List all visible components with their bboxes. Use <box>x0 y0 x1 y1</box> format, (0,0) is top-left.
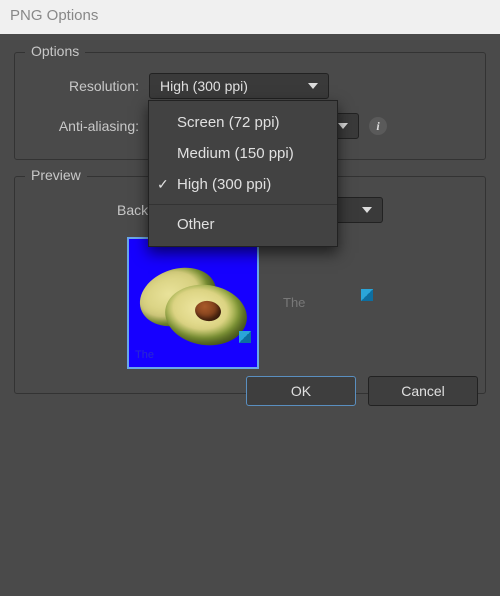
side-watermark: The <box>283 295 373 312</box>
resolution-menu: Screen (72 ppi) Medium (150 ppi) High (3… <box>148 100 338 247</box>
menu-item-high[interactable]: High (300 ppi) <box>149 169 337 200</box>
title-bar: PNG Options <box>0 0 500 34</box>
chevron-down-icon <box>338 123 348 129</box>
dialog-body: Options Resolution: High (300 ppi) Scree… <box>0 34 500 428</box>
options-group: Options Resolution: High (300 ppi) Scree… <box>14 52 486 160</box>
resolution-value: High (300 ppi) <box>160 78 248 94</box>
menu-item-screen[interactable]: Screen (72 ppi) <box>149 107 337 138</box>
resolution-label: Resolution: <box>29 78 149 94</box>
logo-square-icon <box>239 331 251 343</box>
cancel-button[interactable]: Cancel <box>368 376 478 406</box>
antialias-label: Anti-aliasing: <box>29 118 149 134</box>
options-legend: Options <box>25 43 85 59</box>
dialog-title: PNG Options <box>10 7 98 24</box>
preview-legend: Preview <box>25 167 87 183</box>
preview-row: The The <box>29 237 471 369</box>
resolution-dropdown[interactable]: High (300 ppi) Screen (72 ppi) Medium (1… <box>149 73 329 99</box>
chevron-down-icon <box>362 207 372 213</box>
menu-separator <box>149 204 337 205</box>
ok-button[interactable]: OK <box>246 376 356 406</box>
logo-square-icon <box>361 289 373 301</box>
info-icon[interactable]: i <box>369 117 387 135</box>
resolution-row: Resolution: High (300 ppi) Screen (72 pp… <box>29 73 471 99</box>
thumb-watermark: The <box>135 349 154 361</box>
preview-thumbnail: The <box>127 237 259 369</box>
chevron-down-icon <box>308 83 318 89</box>
menu-item-medium[interactable]: Medium (150 ppi) <box>149 138 337 169</box>
menu-item-other[interactable]: Other <box>149 209 337 240</box>
button-bar: OK Cancel <box>246 376 478 406</box>
